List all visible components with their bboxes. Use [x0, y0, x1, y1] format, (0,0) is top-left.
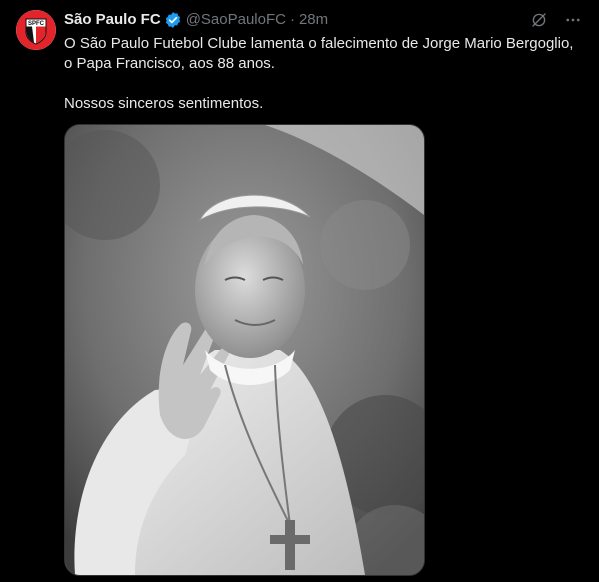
header-actions	[529, 10, 583, 30]
photo-icon	[65, 125, 424, 575]
tweet-paragraph-1: O São Paulo Futebol Clube lamenta o fale…	[64, 35, 574, 72]
tweet-paragraph-2: Nossos sinceros sentimentos.	[64, 95, 264, 112]
spfc-crest-icon: SPFC	[16, 10, 56, 50]
tweet-card[interactable]: SPFC São Paulo FC @SaoPauloFC · 28m O Sã…	[0, 0, 599, 582]
tweet-header: São Paulo FC @SaoPauloFC · 28m	[64, 10, 583, 30]
avatar[interactable]: SPFC	[16, 10, 56, 50]
author-handle[interactable]: @SaoPauloFC	[186, 10, 286, 30]
separator-dot: ·	[289, 11, 295, 28]
more-icon[interactable]	[563, 10, 583, 30]
avatar-text: SPFC	[28, 21, 45, 27]
author-name[interactable]: São Paulo FC	[64, 10, 161, 30]
grok-icon[interactable]	[529, 10, 549, 30]
tweet-photo[interactable]	[64, 124, 425, 576]
tweet-text: O São Paulo Futebol Clube lamenta o fale…	[64, 34, 584, 114]
tweet-timestamp[interactable]: 28m	[299, 10, 328, 30]
verified-badge-icon	[164, 11, 182, 29]
